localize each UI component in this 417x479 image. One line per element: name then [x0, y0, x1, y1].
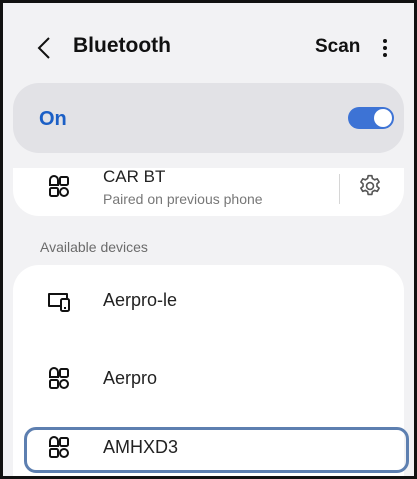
- paired-device-name: CAR BT: [103, 167, 166, 186]
- selection-highlight: [24, 427, 409, 473]
- more-vertical-icon: [383, 39, 387, 57]
- more-options-button[interactable]: [375, 33, 395, 63]
- bluetooth-toggle-card[interactable]: On: [13, 83, 404, 153]
- vertical-divider: [339, 174, 340, 204]
- device-grid-icon: [49, 175, 69, 197]
- paired-device-item[interactable]: CAR BT Paired on previous phone: [13, 167, 404, 216]
- gear-icon[interactable]: [357, 173, 383, 199]
- toggle-knob: [374, 109, 392, 127]
- app-header: Bluetooth Scan: [3, 3, 414, 83]
- bluetooth-screen: Bluetooth Scan On CAR BT Paired on previ…: [0, 0, 417, 479]
- chevron-left-icon: [37, 37, 50, 59]
- toggle-status-label: On: [39, 108, 67, 130]
- page-title: Bluetooth: [73, 34, 171, 57]
- bluetooth-toggle-switch[interactable]: [348, 107, 394, 129]
- list-item-aerpro[interactable]: Aerpro: [13, 348, 404, 408]
- device-grid-icon: [49, 367, 69, 389]
- device-name: Aerpro-le: [103, 290, 178, 310]
- device-name: Aerpro: [103, 368, 158, 388]
- back-button[interactable]: [33, 31, 55, 65]
- scan-button[interactable]: Scan: [315, 36, 360, 58]
- paired-device-status: Paired on previous phone: [103, 191, 263, 207]
- available-devices-header: Available devices: [40, 239, 148, 255]
- devices-icon: [48, 293, 70, 312]
- list-item-aerpro-le[interactable]: Aerpro-le: [13, 271, 404, 331]
